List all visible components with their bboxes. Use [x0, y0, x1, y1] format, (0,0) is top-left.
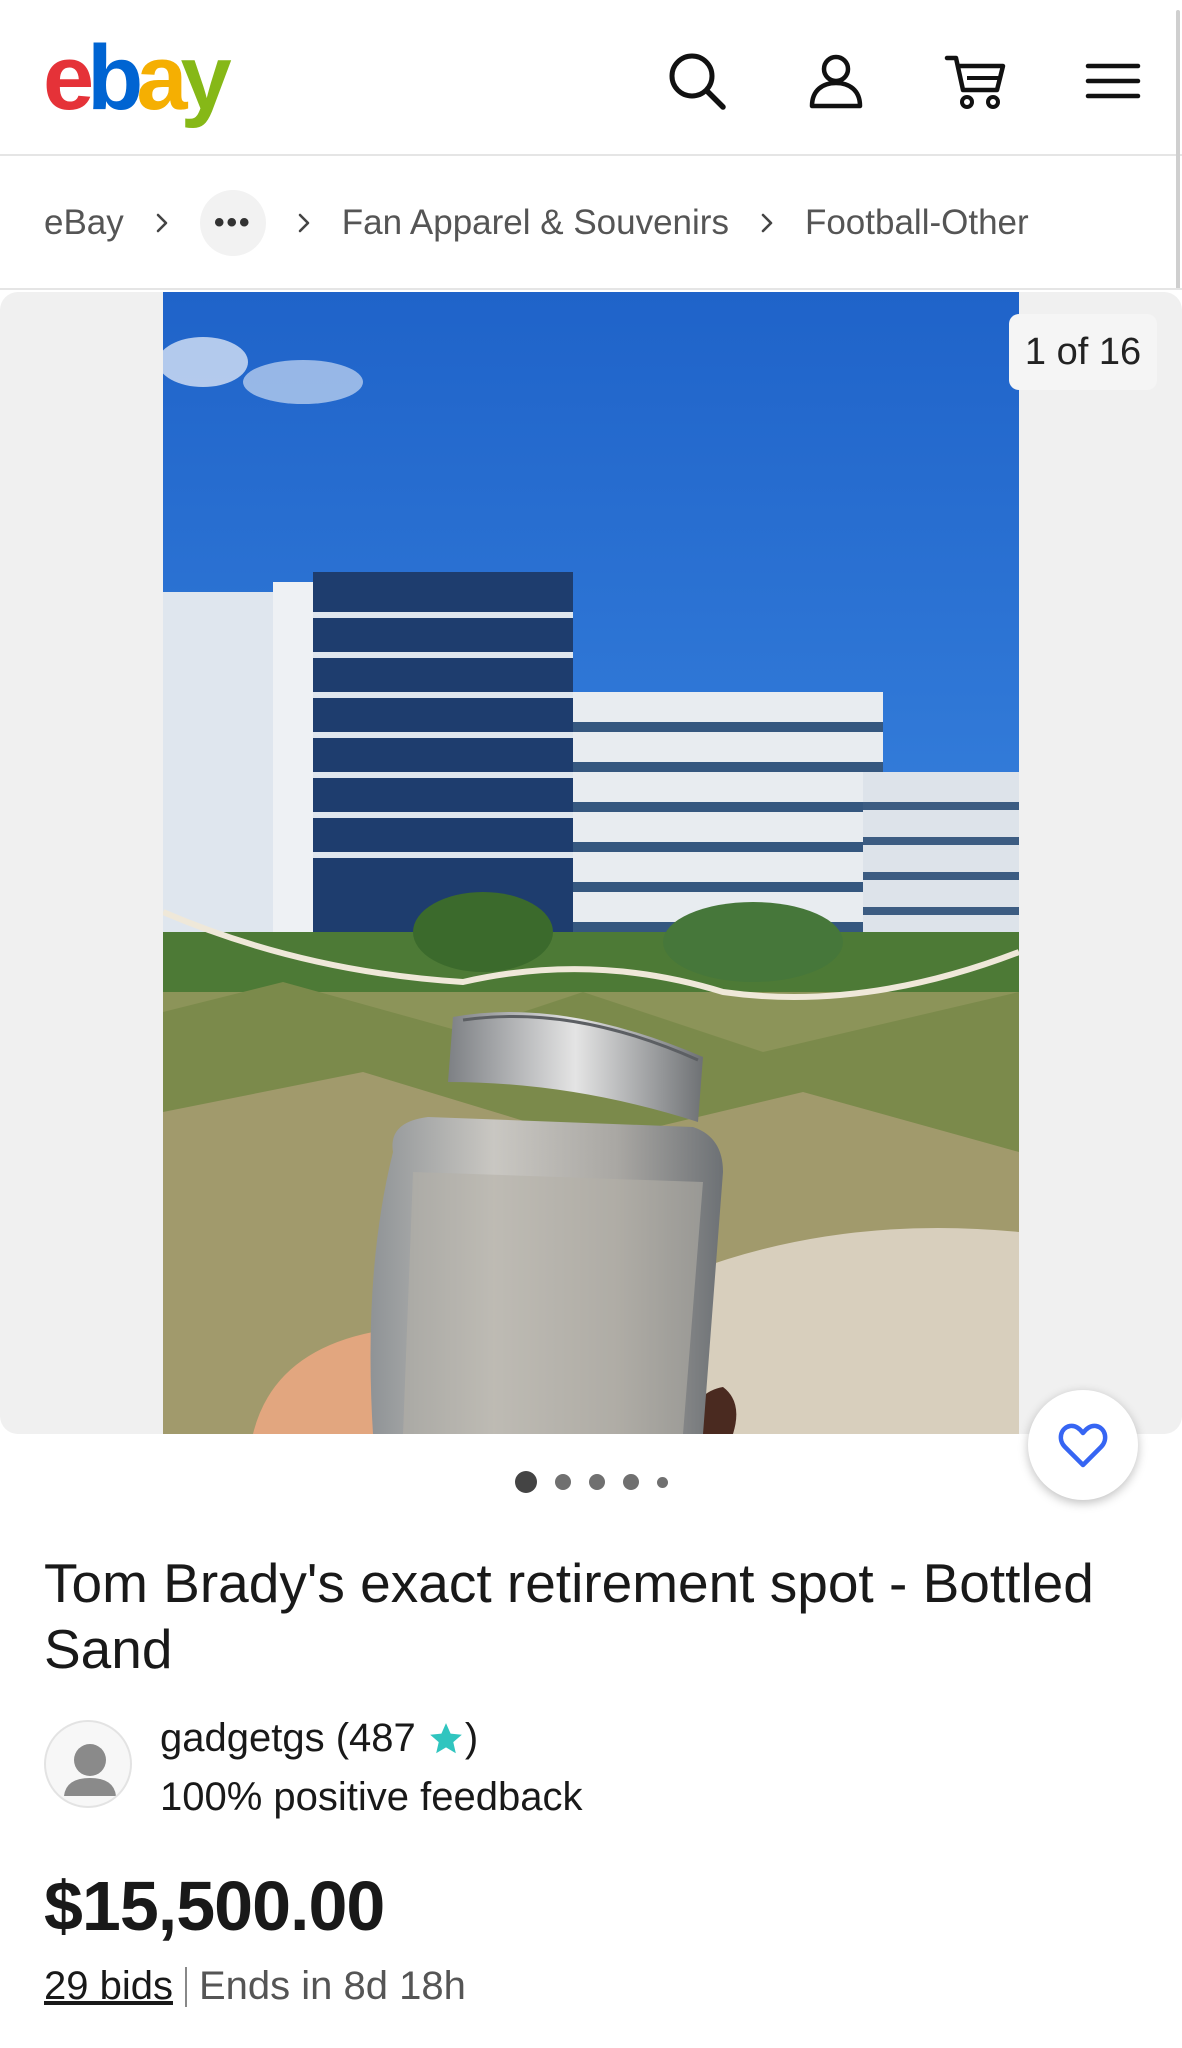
seller-name-suffix: ) — [464, 1716, 479, 1760]
user-icon[interactable] — [803, 48, 869, 114]
heart-icon — [1058, 1423, 1108, 1468]
chevron-right-icon — [298, 213, 310, 233]
logo-letter-b: b — [87, 27, 143, 129]
listing-price: $15,500.00 — [44, 1867, 385, 1945]
seller-avatar[interactable] — [44, 1720, 132, 1808]
image-gallery[interactable]: 1 of 16 — [0, 292, 1182, 1434]
menu-icon[interactable] — [1080, 48, 1146, 114]
pagination-dot[interactable] — [656, 1476, 668, 1488]
product-photo-illustration — [163, 292, 1019, 1434]
logo-letter-e: e — [43, 27, 94, 129]
chevron-right-icon — [156, 213, 168, 233]
image-counter: 1 of 16 — [1009, 314, 1157, 390]
search-icon[interactable] — [664, 48, 730, 114]
breadcrumb: eBay ••• Fan Apparel & Souvenirs Footbal… — [0, 158, 1182, 290]
top-header: ebay — [0, 0, 1182, 156]
chevron-right-icon — [761, 213, 773, 233]
ebay-logo[interactable]: ebay — [43, 27, 232, 129]
product-photo[interactable] — [163, 292, 1019, 1434]
gallery-pagination — [0, 1470, 1182, 1494]
listing-title: Tom Brady's exact retirement spot - Bott… — [44, 1552, 1094, 1680]
star-icon — [430, 1722, 462, 1753]
seller-name[interactable]: gadgetgs (487 ) — [160, 1716, 478, 1761]
cart-icon[interactable] — [943, 48, 1009, 114]
pagination-dot[interactable] — [588, 1474, 605, 1490]
breadcrumb-item-fan-apparel[interactable]: Fan Apparel & Souvenirs — [342, 203, 729, 243]
logo-letter-y: y — [180, 27, 232, 129]
bids-row: 29 bids Ends in 8d 18h — [44, 1964, 466, 2009]
auction-end-time: Ends in 8d 18h — [198, 1964, 466, 2008]
logo-letter-a: a — [136, 27, 187, 129]
pagination-dot[interactable] — [554, 1474, 571, 1490]
ebay-listing-page: ebay eBay ••• Fan Apparel & Souvenirs Fo… — [0, 0, 1182, 2048]
breadcrumb-item-ebay[interactable]: eBay — [44, 203, 124, 243]
avatar-placeholder-icon — [64, 1744, 116, 1796]
breadcrumb-more-button[interactable]: ••• — [199, 190, 266, 256]
bids-link[interactable]: 29 bids — [44, 1964, 173, 2009]
pagination-dot-active[interactable] — [514, 1471, 537, 1493]
seller-feedback: 100% positive feedback — [160, 1775, 583, 1819]
pagination-dot[interactable] — [622, 1474, 639, 1490]
divider — [184, 1966, 187, 2007]
seller-name-text: gadgetgs (487 — [160, 1716, 427, 1760]
breadcrumb-item-football-other[interactable]: Football-Other — [805, 203, 1029, 243]
